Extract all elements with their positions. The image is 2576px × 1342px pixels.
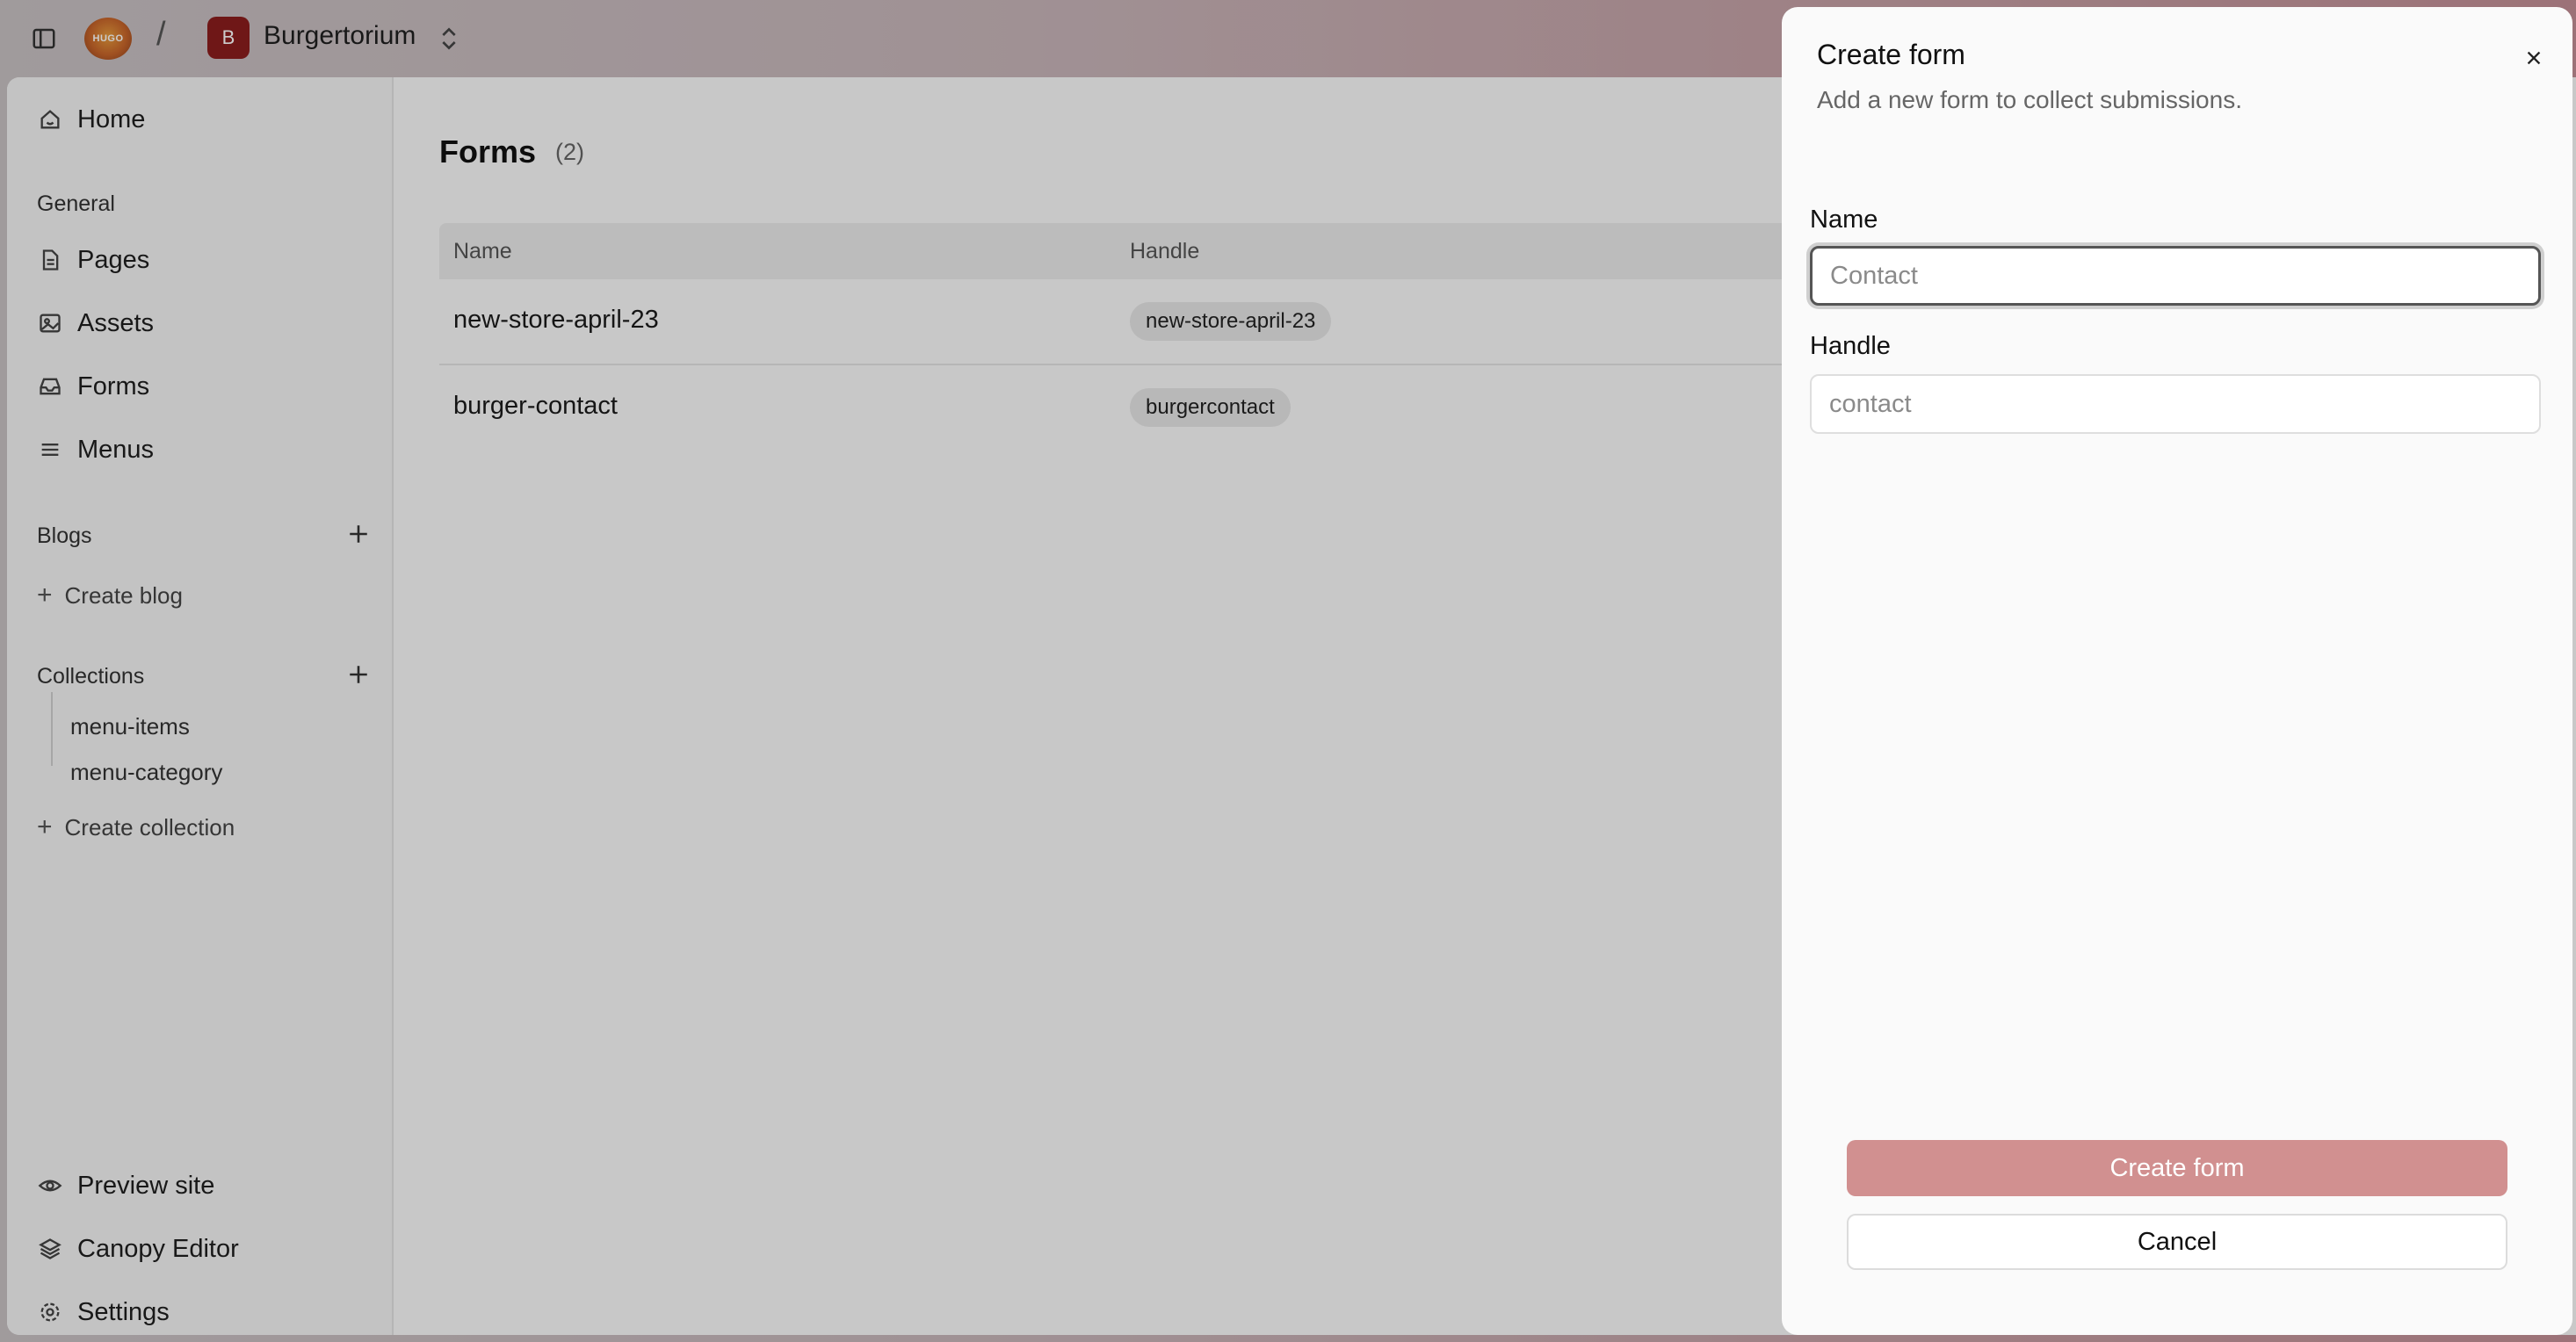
close-icon[interactable] xyxy=(2516,40,2551,76)
create-form-dialog: Create form Add a new form to collect su… xyxy=(1782,7,2572,1335)
name-field-label: Name xyxy=(1810,206,1878,234)
handle-input[interactable] xyxy=(1810,374,2541,434)
name-input[interactable] xyxy=(1810,246,2541,306)
dialog-title: Create form xyxy=(1817,39,1965,70)
create-form-button[interactable]: Create form xyxy=(1847,1140,2507,1196)
handle-field-label: Handle xyxy=(1810,332,1891,360)
dialog-subtitle: Add a new form to collect submissions. xyxy=(1817,86,2242,113)
cancel-button[interactable]: Cancel xyxy=(1847,1214,2507,1270)
